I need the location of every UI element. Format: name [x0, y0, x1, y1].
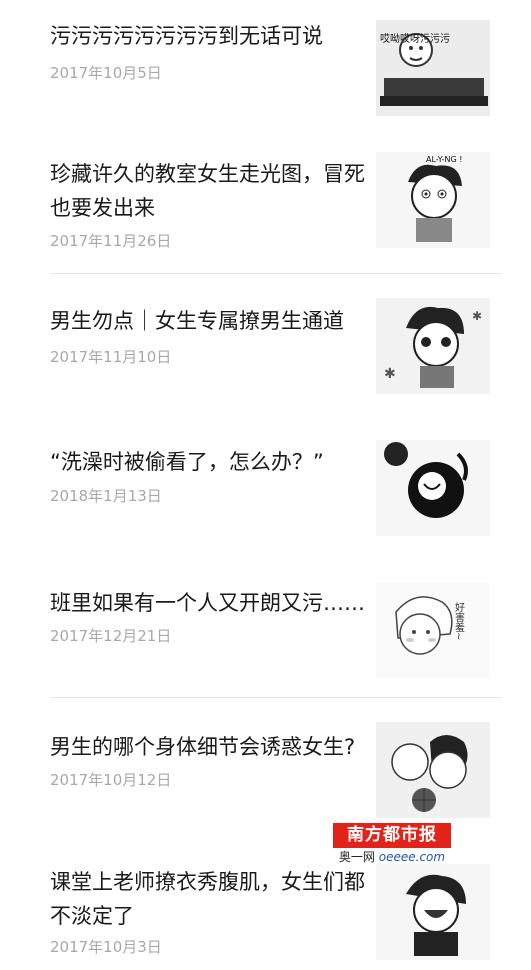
- watermark-url: oeeee.com: [378, 850, 446, 864]
- watermark-logo: 南方都市报 奥一网 oeeee.com: [333, 823, 451, 866]
- article-date: 2017年10月5日: [50, 64, 162, 82]
- thumbnail-caption: AL-Y-NG !: [426, 155, 462, 164]
- article-title[interactable]: 课堂上老师撩衣秀腹肌，女生们都不淡定了: [50, 865, 370, 933]
- svg-text:✱: ✱: [384, 366, 396, 382]
- article-thumbnail[interactable]: [376, 440, 490, 536]
- article-thumbnail[interactable]: ✱ ✱: [376, 298, 490, 394]
- article-title[interactable]: “洗澡时被偷看了，怎么办？”: [50, 445, 370, 479]
- watermark-site-name: 奥一网: [338, 850, 375, 864]
- svg-text:✱: ✱: [472, 309, 482, 323]
- article-title[interactable]: 班里如果有一个人又开朗又污……: [50, 586, 370, 620]
- list-divider: [50, 697, 501, 698]
- article-thumbnail[interactable]: 哎呦哎呀污污污: [376, 20, 490, 116]
- list-divider: [50, 273, 501, 274]
- article-title[interactable]: 污污污污污污污污到无话可说: [50, 19, 370, 53]
- article-thumbnail[interactable]: [376, 864, 490, 960]
- article-title[interactable]: 男生勿点｜女生专属撩男生通道: [50, 304, 370, 338]
- article-thumbnail[interactable]: AL-Y-NG !: [376, 152, 490, 248]
- article-date: 2017年11月26日: [50, 232, 172, 250]
- article-date: 2017年11月10日: [50, 348, 172, 366]
- article-date: 2017年12月21日: [50, 627, 172, 645]
- thumbnail-caption: 哎呦哎呀污污污: [380, 32, 450, 45]
- article-date: 2017年10月12日: [50, 771, 172, 789]
- thumbnail-caption: 好害羞~: [453, 602, 465, 641]
- article-date: 2017年10月3日: [50, 938, 162, 956]
- article-thumbnail[interactable]: [376, 722, 490, 818]
- watermark-site: 奥一网 oeeee.com: [333, 848, 451, 866]
- article-title[interactable]: 珍藏许久的教室女生走光图，冒死也要发出来: [50, 157, 370, 225]
- article-title[interactable]: 男生的哪个身体细节会诱惑女生?: [50, 730, 370, 764]
- watermark-brand: 南方都市报: [333, 823, 451, 848]
- article-thumbnail[interactable]: 好害羞~: [376, 582, 490, 678]
- article-date: 2018年1月13日: [50, 487, 162, 505]
